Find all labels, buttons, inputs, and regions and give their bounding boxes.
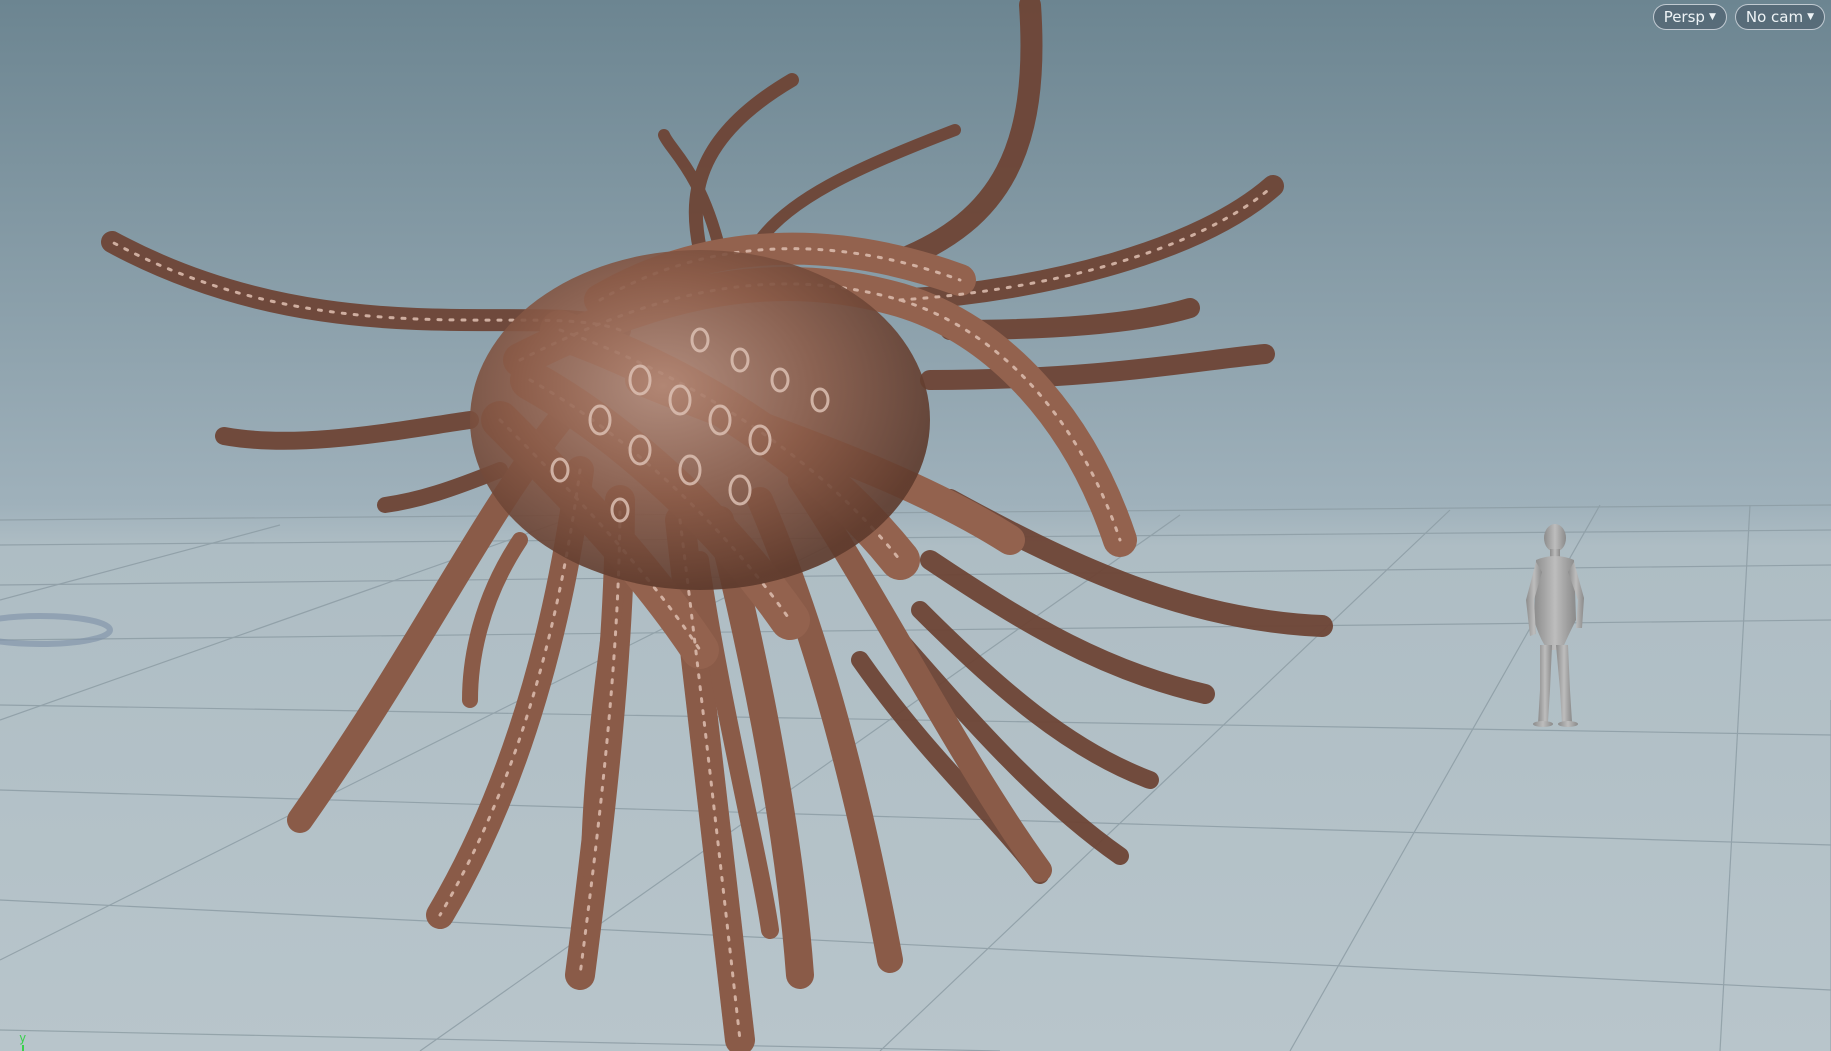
axis-gizmo-y-icon bbox=[22, 1045, 24, 1051]
creature-body[interactable] bbox=[470, 250, 930, 590]
camera-select-button[interactable]: No cam ▼ bbox=[1734, 4, 1825, 30]
viewport-camera-controls: Persp ▼ No cam ▼ bbox=[1652, 4, 1825, 30]
chevron-down-icon: ▼ bbox=[1807, 11, 1814, 22]
chevron-down-icon: ▼ bbox=[1708, 11, 1716, 22]
axis-gizmo-y-label: y bbox=[19, 1031, 27, 1045]
scene-canvas[interactable] bbox=[0, 0, 1831, 1051]
persp-menu-button[interactable]: Persp ▼ bbox=[1652, 4, 1727, 30]
camera-select-label: No cam bbox=[1745, 8, 1804, 26]
persp-menu-label: Persp bbox=[1663, 8, 1705, 26]
3d-viewport[interactable]: Persp ▼ No cam ▼ y bbox=[0, 0, 1831, 1051]
